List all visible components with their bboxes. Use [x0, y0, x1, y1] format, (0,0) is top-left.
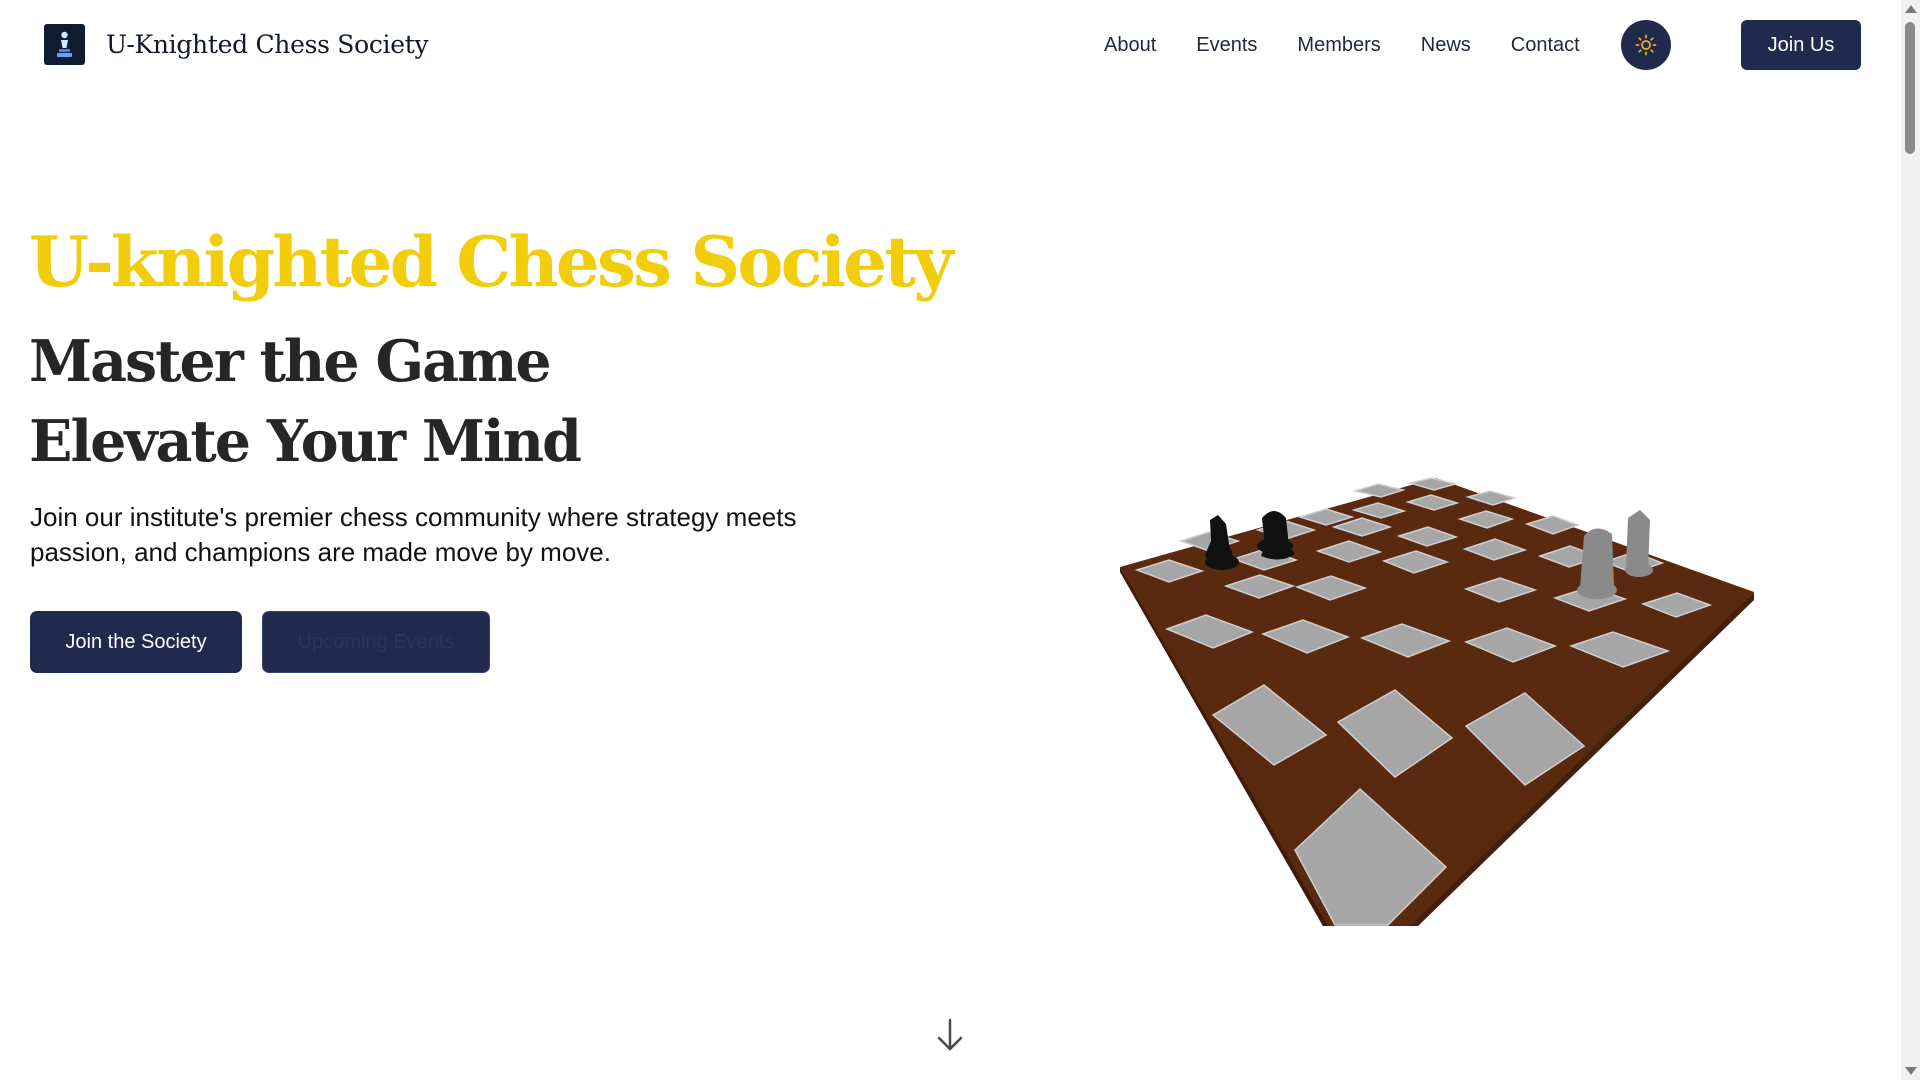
hero-title: U-knighted Chess Society	[29, 222, 953, 303]
sun-icon	[1635, 34, 1657, 56]
nav-members[interactable]: Members	[1297, 20, 1380, 70]
nav-contact[interactable]: Contact	[1511, 20, 1580, 70]
hero-description: Join our institute's premier chess commu…	[30, 502, 797, 567]
theme-toggle-button[interactable]	[1620, 20, 1671, 70]
scroll-up-arrow-icon[interactable]	[1905, 5, 1917, 13]
main-nav: About Events Members News Contact	[1104, 20, 1671, 70]
arrow-down-icon	[937, 1018, 963, 1051]
nav-events[interactable]: Events	[1196, 20, 1257, 70]
scrollbar-thumb[interactable]	[1905, 22, 1915, 154]
upcoming-events-button[interactable]: Upcoming Events	[262, 611, 490, 673]
landing-page: U-Knighted Chess Society About Events Me…	[0, 0, 1901, 1080]
brand-name: U-Knighted Chess Society	[106, 30, 429, 59]
nav-news[interactable]: News	[1421, 20, 1471, 70]
brand[interactable]: U-Knighted Chess Society	[44, 24, 429, 65]
hero-tagline-1: Master the Game	[29, 328, 552, 395]
join-us-button[interactable]: Join Us	[1741, 20, 1861, 70]
join-society-button[interactable]: Join the Society	[30, 611, 242, 673]
hero-tagline-2: Elevate Your Mind	[29, 408, 582, 475]
page-scrollbar[interactable]	[1901, 0, 1920, 1080]
scroll-down-button[interactable]	[935, 1018, 965, 1056]
chessboard-3d-image	[1100, 470, 1770, 930]
scroll-down-arrow-icon[interactable]	[1905, 1067, 1917, 1075]
chess-pawn-icon	[44, 24, 85, 65]
nav-about[interactable]: About	[1104, 20, 1156, 70]
